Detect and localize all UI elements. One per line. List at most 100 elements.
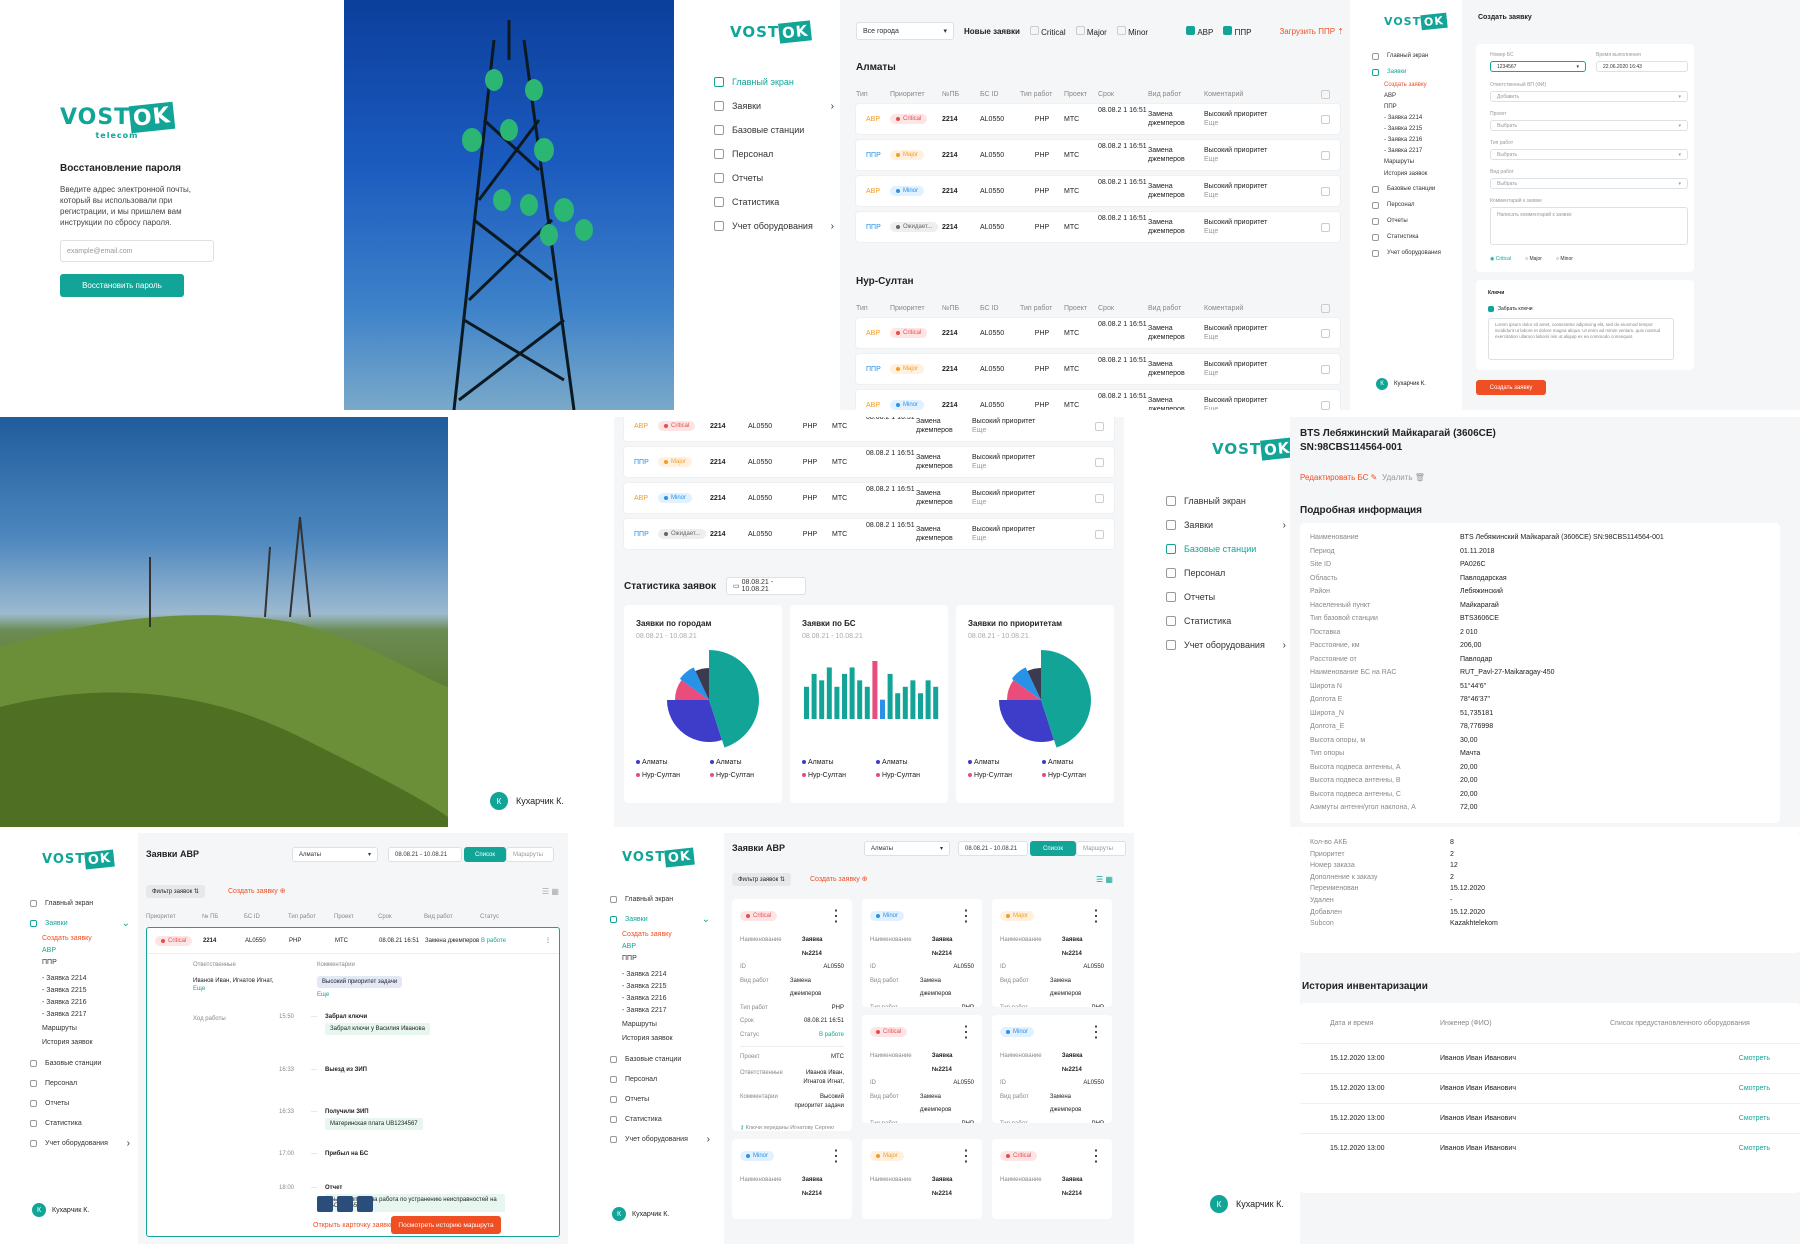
nav-requests[interactable]: Заявки⌄ [30, 913, 130, 933]
row-checkbox[interactable] [1321, 222, 1330, 232]
nav-staff[interactable]: Персонал [1166, 561, 1286, 585]
nav-equipment[interactable]: Учет оборудования› [610, 1129, 710, 1149]
nav-history[interactable]: История заявок [610, 1033, 710, 1045]
image-icon[interactable] [337, 1196, 353, 1212]
more-icon[interactable]: ⋮ [958, 906, 974, 926]
table-row[interactable]: ППР Ожидает... 2214 AL0550 PHP МТС 08.08… [856, 212, 1340, 242]
bar[interactable] [910, 680, 916, 719]
more-icon[interactable]: ⋮ [1088, 906, 1104, 926]
more-icon[interactable]: ⋮ [1088, 1022, 1104, 1042]
bar[interactable] [849, 667, 855, 719]
more-link[interactable]: Еще [972, 499, 986, 506]
nav-equipment[interactable]: Учет оборудования› [30, 1133, 130, 1153]
bar[interactable] [887, 673, 893, 719]
edit-bs-link[interactable]: Редактировать БС ✎ [1300, 473, 1377, 482]
table-row[interactable]: ППР Ожидает... 2214 AL0550 PHP МТС 08.08… [624, 519, 1114, 549]
nav-request[interactable]: - Заявка 2214 [30, 973, 130, 985]
table-row[interactable]: АВР Critical 2214 AL0550 PHP МТС 08.08.2… [856, 104, 1340, 134]
table-row[interactable]: ППР Major 2214 AL0550 PHP МТС 08.08.2 1 … [856, 140, 1340, 170]
responsible-select[interactable]: Добавить ▾ [1490, 91, 1688, 102]
bar[interactable] [864, 686, 870, 719]
create-submit-button[interactable]: Создать заявку [1476, 380, 1546, 395]
reset-button[interactable]: Восстановить пароль [60, 274, 184, 297]
image-icon[interactable] [317, 1196, 333, 1212]
tab-routes[interactable]: Маршруты [506, 847, 554, 862]
nav-ppr[interactable]: ППР [30, 957, 130, 969]
work-type-select[interactable]: Выбрать ▾ [1490, 149, 1688, 160]
nav-ppr[interactable]: ППР [610, 953, 710, 965]
nav-stats[interactable]: Статистика [1166, 609, 1286, 633]
bar[interactable] [872, 661, 878, 719]
nav-stations[interactable]: Базовые станции [1166, 537, 1286, 561]
nav-stations[interactable]: Базовые станции [30, 1053, 130, 1073]
nav-request[interactable]: - Заявка 2217 [610, 1005, 710, 1017]
view-link[interactable]: Смотреть [1739, 1145, 1770, 1152]
create-request-link[interactable]: Создать заявку ⊕ [810, 875, 868, 883]
project-select[interactable]: Выбрать ▾ [1490, 120, 1688, 131]
more-link[interactable]: Еще [972, 463, 986, 470]
nav-stations[interactable]: Базовые станции [610, 1049, 710, 1069]
request-card[interactable]: Minor ⋮ Наименование Заявка №2214 ID AL0550 В… [862, 899, 982, 1007]
request-card[interactable]: Minor ⋮ Наименование Заявка №2214 ID AL0550 В… [992, 1015, 1112, 1123]
open-card-link[interactable]: Открыть карточку заявки [313, 1222, 394, 1229]
nav-reports[interactable]: Отчеты [610, 1089, 710, 1109]
more-link[interactable]: Еще [972, 535, 986, 542]
work-kind-select[interactable]: Выбрать ▾ [1490, 178, 1688, 189]
request-card[interactable]: Major ⋮ Наименование Заявка №2214 ID AL0550 В… [992, 899, 1112, 1007]
table-row[interactable]: ППР Major 2214 AL0550 PHP МТС 08.08.2 1 … [624, 447, 1114, 477]
view-link[interactable]: Смотреть [1739, 1115, 1770, 1122]
more-icon[interactable]: ⋮ [828, 906, 844, 926]
table-row[interactable]: АВР Minor 2214 AL0550 PHP МТС 08.08.2 1 … [856, 176, 1340, 206]
priority-radio[interactable]: ◉ Critical ○ Major ○ Minor [1490, 256, 1573, 262]
more-link[interactable]: Еще [972, 427, 986, 434]
deadline-input[interactable]: 22.06.2020 16:43 [1596, 61, 1688, 72]
more-link[interactable]: Еще [317, 992, 329, 998]
more-link[interactable]: Еще [193, 986, 205, 992]
table-row[interactable]: АВР Minor 2214 AL0550 PHP МТС 08.08.2 1 … [624, 483, 1114, 513]
row-checkbox[interactable] [1321, 186, 1330, 196]
row-checkbox[interactable] [1321, 150, 1330, 160]
filter-ppr[interactable]: ППР [1223, 26, 1251, 37]
more-icon[interactable]: ⋮ [545, 937, 551, 944]
filter-button[interactable]: Фильтр заявок ⇅ [146, 885, 205, 898]
row-checkbox[interactable] [1321, 364, 1330, 374]
bar[interactable] [933, 686, 939, 719]
row-checkbox[interactable] [1095, 529, 1104, 539]
nav-stats[interactable]: Статистика [714, 190, 834, 214]
row-checkbox[interactable] [1095, 457, 1104, 467]
nav-main[interactable]: Главный экран [1372, 48, 1472, 64]
view-link[interactable]: Смотреть [1739, 1055, 1770, 1062]
nav-avr[interactable]: АВР [1372, 91, 1472, 102]
nav-reports[interactable]: Отчеты [714, 166, 834, 190]
nav-reports[interactable]: Отчеты [30, 1093, 130, 1113]
nav-staff[interactable]: Персонал [610, 1069, 710, 1089]
bar[interactable] [811, 673, 817, 719]
nav-equipment[interactable]: Учет оборудования› [1166, 633, 1286, 657]
bar[interactable] [819, 680, 825, 719]
table-row[interactable]: АВР Critical 2214 AL0550 PHP МТС 08.08.2… [856, 318, 1340, 348]
nav-request[interactable]: - Заявка 2215 [30, 985, 130, 997]
row-checkbox[interactable] [1321, 400, 1330, 410]
nav-reports[interactable]: Отчеты [1166, 585, 1286, 609]
nav-staff[interactable]: Персонал [714, 142, 834, 166]
nav-request[interactable]: - Заявка 2215 [610, 981, 710, 993]
nav-request[interactable]: - Заявка 2216 [610, 993, 710, 1005]
date-range[interactable]: 08.08.21 - 10.08.21 [958, 841, 1028, 856]
more-link[interactable]: Еще [1204, 406, 1218, 410]
nav-routes[interactable]: Маршруты [1372, 157, 1472, 168]
nav-stats[interactable]: Статистика [610, 1109, 710, 1129]
user-chip[interactable]: К Кухарчик К. [1376, 378, 1426, 390]
filter-avr[interactable]: АВР [1186, 26, 1213, 37]
request-card[interactable]: Major ⋮ Наименование Заявка №2214 [862, 1139, 982, 1219]
user-chip[interactable]: К Кухарчик К. [1210, 1195, 1284, 1213]
user-chip[interactable]: К Кухарчик К. [612, 1207, 669, 1221]
more-icon[interactable]: ⋮ [958, 1146, 974, 1166]
tab-list[interactable]: Список [1030, 841, 1076, 856]
user-chip[interactable]: К Кухарчик К. [490, 792, 564, 810]
nav-requests[interactable]: Заявки › [714, 94, 834, 118]
nav-main[interactable]: Главный экран [610, 889, 710, 909]
bar[interactable] [895, 693, 901, 719]
nav-requests[interactable]: Заявки › [1166, 513, 1286, 537]
delete-link[interactable]: Удалить 🗑 [1382, 473, 1425, 482]
tab-routes[interactable]: Маршруты [1076, 841, 1126, 856]
